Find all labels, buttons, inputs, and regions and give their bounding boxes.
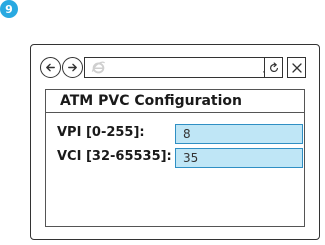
- internet-explorer-icon: [91, 60, 106, 75]
- step-number-badge: 9: [0, 0, 18, 18]
- vci-label: VCI [32-65535]:: [57, 149, 172, 164]
- browser-window: ATM PVC Configuration VPI [0-255]: 8 VCI…: [30, 44, 320, 240]
- browser-toolbar: [31, 45, 319, 89]
- forward-button[interactable]: [62, 57, 83, 78]
- back-button[interactable]: [40, 57, 61, 78]
- vpi-input[interactable]: 8: [175, 124, 303, 144]
- panel-title: ATM PVC Configuration: [46, 90, 304, 113]
- arrow-left-circle-icon: [46, 63, 55, 72]
- close-icon: [291, 62, 302, 73]
- page: 9 ATM PVC Configuration VPI [0-255]: 8 V…: [0, 0, 325, 245]
- address-bar[interactable]: [84, 57, 283, 78]
- vpi-label: VPI [0-255]:: [57, 125, 145, 140]
- close-button[interactable]: [287, 57, 306, 78]
- atm-pvc-config-panel: ATM PVC Configuration VPI [0-255]: 8 VCI…: [45, 89, 305, 227]
- refresh-icon: [269, 61, 278, 72]
- vci-input[interactable]: 35: [175, 148, 303, 168]
- refresh-button[interactable]: [264, 57, 283, 78]
- arrow-right-circle-icon: [68, 63, 77, 72]
